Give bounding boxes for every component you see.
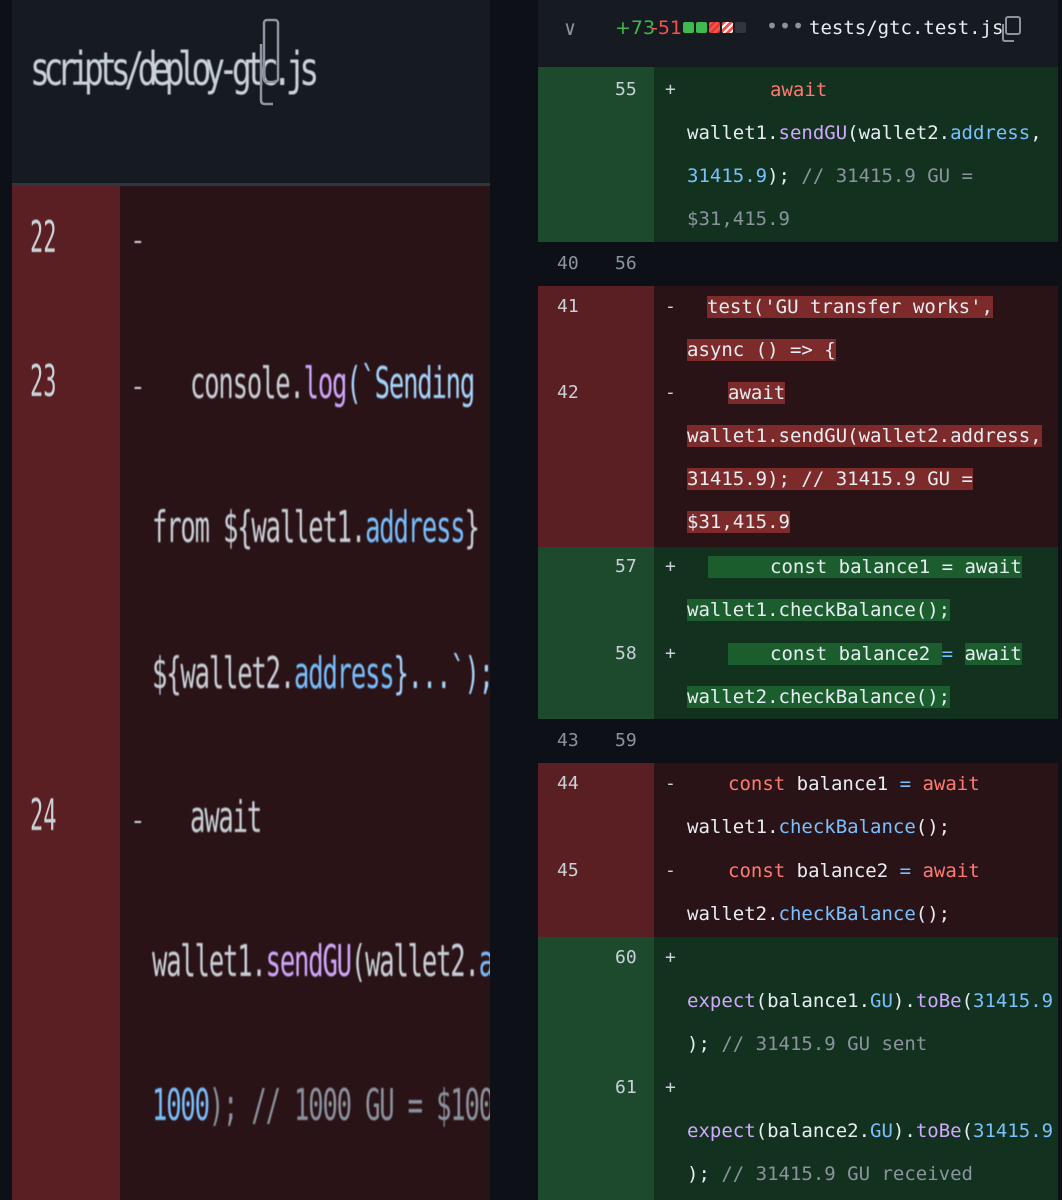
code-line: wallet2.checkBalance(); bbox=[687, 686, 951, 708]
hunk-gutter-del bbox=[538, 286, 654, 547]
line-number: 24 bbox=[30, 790, 57, 841]
stat-block-del bbox=[709, 22, 720, 33]
new-line-number[interactable]: 58 bbox=[615, 643, 637, 664]
panel-edge bbox=[490, 0, 505, 1200]
code-line: 31415.9); // 31415.9 GU = bbox=[687, 165, 973, 187]
deletion-sign: - bbox=[130, 372, 146, 402]
file-path[interactable]: tests/gtc.test.js bbox=[809, 17, 1003, 39]
deletions-count: -51 bbox=[651, 17, 683, 39]
code-line: wallet1.sendGU(wallet2.address, bbox=[152, 936, 505, 987]
code-line: await bbox=[728, 382, 786, 404]
code-line: wallet2.checkBalance(); bbox=[687, 903, 951, 925]
code-line: console.log(`Sending 1000 GU bbox=[190, 358, 505, 409]
code-line: const balance1 = await bbox=[728, 773, 980, 795]
addition-sign: + bbox=[665, 79, 676, 100]
code-line: await bbox=[770, 79, 828, 101]
addition-sign: + bbox=[665, 643, 676, 664]
deletion-sign: - bbox=[665, 773, 676, 794]
code-line: const balance2 = await bbox=[728, 860, 980, 882]
code-line: wallet1.sendGU(wallet2.address, bbox=[687, 122, 1042, 144]
line-number: 23 bbox=[30, 356, 57, 407]
new-line-number[interactable]: 59 bbox=[615, 730, 637, 751]
code-line: expect(balance2.GU).toBe(31415.9 bbox=[687, 1120, 1054, 1142]
new-line-number[interactable]: 56 bbox=[615, 253, 637, 274]
right-diff-panel: ∨ +73 -51 ••• tests/gtc.test.js 55 + awa… bbox=[515, 0, 1062, 1200]
copy-icon[interactable] bbox=[999, 15, 1023, 43]
code-line: expect(balance1.GU).toBe(31415.9 bbox=[687, 990, 1054, 1012]
code-line: const balance2 = await bbox=[728, 641, 1022, 667]
code-line: test('GU transfer works', bbox=[707, 296, 993, 318]
stat-block-neutral bbox=[735, 22, 746, 33]
diff-stat-blocks bbox=[683, 22, 748, 41]
code-line: await bbox=[190, 792, 262, 843]
additions-count: +73 bbox=[615, 17, 656, 39]
new-line-number[interactable]: 55 bbox=[615, 79, 637, 100]
deletion-sign: - bbox=[665, 860, 676, 881]
old-line-number[interactable]: 43 bbox=[557, 730, 579, 751]
code-line: ); // 31415.9 GU sent bbox=[687, 1033, 928, 1055]
code-line: wallet1.sendGU(wallet2.address, bbox=[687, 425, 1042, 447]
code-line: wallet1.checkBalance(); bbox=[687, 599, 951, 621]
code-line: ); // 31415.9 GU received bbox=[687, 1163, 973, 1185]
stat-block-del bbox=[722, 22, 733, 33]
stat-block-add bbox=[683, 22, 694, 33]
deletion-sign: - bbox=[130, 806, 146, 836]
code-line: ${wallet2.address}...`); bbox=[152, 648, 494, 699]
old-line-number[interactable]: 44 bbox=[557, 773, 579, 794]
line-number: 22 bbox=[30, 212, 57, 263]
deletion-sign: - bbox=[665, 296, 676, 317]
stat-block-add bbox=[696, 22, 707, 33]
left-gutter bbox=[12, 186, 120, 1200]
code-line: 31415.9); // 31415.9 GU = bbox=[687, 468, 973, 490]
code-line: from ${wallet1.address} to bbox=[152, 502, 505, 553]
hunk-code-del bbox=[654, 286, 1058, 547]
addition-sign: + bbox=[665, 1077, 676, 1098]
new-line-number[interactable]: 57 bbox=[615, 556, 637, 577]
code-line: const balance1 = await bbox=[708, 554, 1022, 580]
hunk-gutter-del bbox=[538, 763, 654, 937]
new-line-number[interactable]: 61 bbox=[615, 1077, 637, 1098]
code-line: $31,415.9 bbox=[687, 208, 790, 230]
code-line: $31,415.9 bbox=[687, 511, 790, 533]
chevron-down-icon[interactable]: ∨ bbox=[564, 16, 576, 40]
code-line: wallet1.checkBalance(); bbox=[687, 816, 951, 838]
deletion-sign: - bbox=[665, 382, 676, 403]
diff-file-header: ∨ +73 -51 ••• tests/gtc.test.js bbox=[538, 0, 1058, 68]
code-line: async () => { bbox=[687, 339, 836, 361]
deletion-sign: - bbox=[130, 226, 146, 256]
new-line-number[interactable]: 60 bbox=[615, 947, 637, 968]
old-line-number[interactable]: 42 bbox=[557, 382, 579, 403]
addition-sign: + bbox=[665, 556, 676, 577]
code-line: 1000); // 1000 GU = $1000 bbox=[152, 1080, 505, 1131]
old-line-number[interactable]: 45 bbox=[557, 860, 579, 881]
old-line-number[interactable]: 40 bbox=[557, 253, 579, 274]
left-diff-panel: scripts/deploy-gtc.js 22 - 23 - console.… bbox=[0, 0, 505, 1200]
hunk-gutter-add bbox=[538, 937, 654, 1200]
panel-divider bbox=[505, 0, 515, 1200]
old-line-number[interactable]: 41 bbox=[557, 296, 579, 317]
left-file-header: scripts/deploy-gtc.js bbox=[12, 0, 490, 186]
addition-sign: + bbox=[665, 947, 676, 968]
more-options-icon[interactable]: ••• bbox=[766, 14, 805, 38]
copy-icon[interactable] bbox=[257, 18, 281, 106]
